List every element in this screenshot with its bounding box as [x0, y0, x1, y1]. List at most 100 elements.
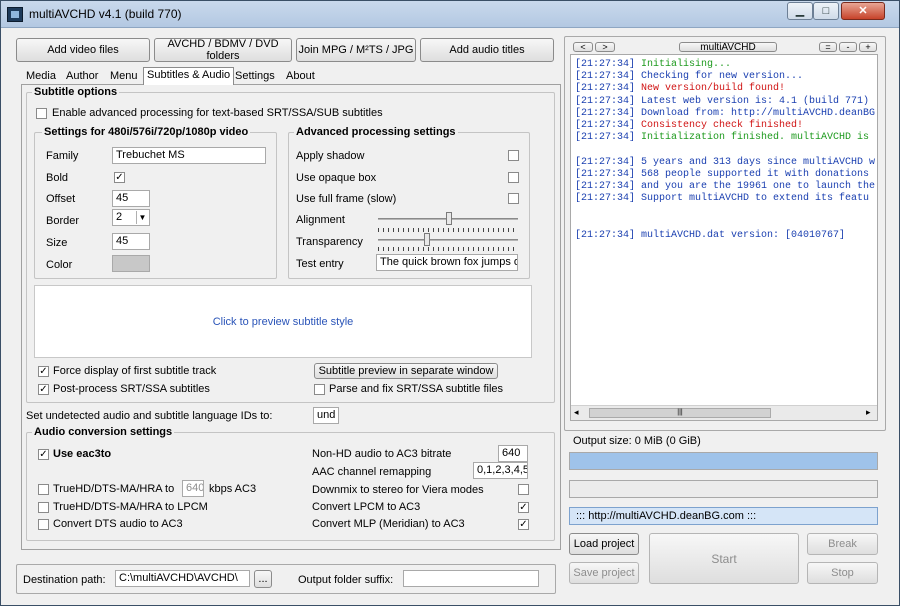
- border-combo[interactable]: 2 ▼: [112, 209, 150, 226]
- stop-button[interactable]: Stop: [807, 562, 878, 584]
- subtitle-preview-area[interactable]: Click to preview subtitle style: [34, 285, 532, 358]
- border-value: 2: [116, 211, 123, 223]
- lpcm-ac3-checkbox[interactable]: ✓: [518, 502, 529, 513]
- suffix-label: Output folder suffix:: [298, 574, 394, 586]
- aac-remap-input[interactable]: 0,1,2,3,4,5: [473, 462, 528, 479]
- log-line: [21:27:34] Download from: http://multiAVC…: [575, 108, 875, 119]
- tab-author[interactable]: Author: [63, 69, 101, 85]
- parse-fix-checkbox[interactable]: [314, 384, 325, 395]
- truehd-lpcm-label: TrueHD/DTS-MA/HRA to LPCM: [53, 501, 208, 513]
- size-input[interactable]: 45: [112, 233, 150, 250]
- log-message: Checking for new version...: [641, 71, 804, 83]
- apply-shadow-checkbox[interactable]: [508, 150, 519, 161]
- log-timestamp: [21:27:34]: [575, 107, 636, 119]
- language-ids-label: Set undetected audio and subtitle langua…: [26, 410, 273, 422]
- join-mpg-button[interactable]: Join MPG / M²TS / JPG: [296, 38, 416, 62]
- scrollbar-thumb[interactable]: |||: [589, 408, 771, 418]
- nonhd-bitrate-input[interactable]: 640: [498, 445, 528, 462]
- lpcm-ac3-label: Convert LPCM to AC3: [312, 501, 421, 513]
- opaque-box-checkbox[interactable]: [508, 172, 519, 183]
- log-timestamp: [21:27:34]: [575, 193, 636, 205]
- subtitle-preview-window-button[interactable]: Subtitle preview in separate window: [314, 363, 498, 379]
- app-icon: [7, 7, 23, 22]
- downmix-label: Downmix to stereo for Viera modes: [312, 484, 484, 496]
- color-swatch[interactable]: [112, 255, 150, 272]
- progress-bar-primary: [569, 452, 878, 470]
- enable-advanced-checkbox[interactable]: [36, 108, 47, 119]
- avchd-folders-button[interactable]: AVCHD / BDMV / DVD folders: [154, 38, 292, 62]
- log-title[interactable]: multiAVCHD: [679, 42, 777, 53]
- log-message: Consistency check finished!: [641, 120, 804, 131]
- border-label: Border: [46, 215, 80, 227]
- test-entry-input[interactable]: The quick brown fox jumps over: [376, 254, 518, 271]
- tab-settings[interactable]: Settings: [232, 69, 278, 85]
- scroll-right-icon[interactable]: ▸: [866, 407, 871, 418]
- bold-checkbox[interactable]: ✓: [114, 172, 125, 183]
- log-prev-button[interactable]: <: [573, 42, 593, 52]
- close-button[interactable]: ✕: [841, 2, 885, 20]
- post-process-checkbox[interactable]: ✓: [38, 384, 49, 395]
- destination-input[interactable]: C:\multiAVCHD\AVCHD\: [115, 570, 250, 587]
- tab-about[interactable]: About: [283, 69, 318, 85]
- kbps-input[interactable]: 640: [182, 480, 204, 497]
- transparency-label: Transparency: [296, 236, 363, 248]
- tab-menu[interactable]: Menu: [107, 69, 141, 85]
- tab-subtitles-audio[interactable]: Subtitles & Audio: [143, 67, 235, 85]
- chevron-down-icon[interactable]: ▼: [136, 211, 148, 224]
- start-button[interactable]: Start: [649, 533, 799, 584]
- alignment-slider-thumb[interactable]: [446, 212, 452, 225]
- log-line: [21:27:34] 568 people supported it with d…: [575, 169, 869, 180]
- log-message: and you are the 19961 one to launch the: [641, 181, 876, 192]
- transparency-slider-track[interactable]: [378, 239, 518, 241]
- tab-media[interactable]: Media: [23, 69, 59, 85]
- log-minus-button[interactable]: -: [839, 42, 857, 52]
- log-next-button[interactable]: >: [595, 42, 615, 52]
- force-display-label: Force display of first subtitle track: [53, 365, 217, 377]
- truehd-lpcm-checkbox[interactable]: [38, 502, 49, 513]
- dts-ac3-checkbox[interactable]: [38, 519, 49, 530]
- log-textarea[interactable]: [21:27:34] multiAVCHD.dat version: [04010…: [570, 54, 878, 421]
- force-display-checkbox[interactable]: ✓: [38, 366, 49, 377]
- save-project-button[interactable]: Save project: [569, 562, 639, 584]
- video-settings-title: Settings for 480i/576i/720p/1080p video: [42, 126, 251, 138]
- log-timestamp: [21:27:34]: [575, 59, 636, 70]
- offset-input[interactable]: 45: [112, 190, 150, 207]
- log-horizontal-scrollbar[interactable]: ◂ ||| ▸: [571, 405, 877, 420]
- parse-fix-label: Parse and fix SRT/SSA subtitle files: [329, 383, 504, 395]
- website-link[interactable]: ::: http://multiAVCHD.deanBG.com :::: [569, 507, 878, 525]
- downmix-checkbox[interactable]: [518, 484, 529, 495]
- log-message: Latest web version is: 4.1 (build 771): [641, 95, 870, 107]
- log-line: [21:27:34] New version/build found!: [575, 83, 785, 94]
- subtitle-options-title: Subtitle options: [32, 86, 120, 98]
- output-size-label: Output size: 0 MiB (0 GiB): [573, 435, 701, 447]
- full-frame-label: Use full frame (slow): [296, 193, 397, 205]
- mlp-ac3-checkbox[interactable]: ✓: [518, 519, 529, 530]
- log-message: Download from: http://multiAVCHD.deanBG: [641, 107, 876, 119]
- break-button[interactable]: Break: [807, 533, 878, 555]
- use-eac3to-checkbox[interactable]: ✓: [38, 449, 49, 460]
- browse-button[interactable]: ...: [254, 570, 272, 588]
- transparency-slider-thumb[interactable]: [424, 233, 430, 246]
- log-line: [21:27:34] multiAVCHD.dat version: [04010…: [575, 230, 845, 241]
- log-plus-button[interactable]: +: [859, 42, 877, 52]
- aac-remap-label: AAC channel remapping: [312, 466, 432, 478]
- full-frame-checkbox[interactable]: [508, 193, 519, 204]
- add-audio-titles-button[interactable]: Add audio titles: [420, 38, 554, 62]
- scroll-left-icon[interactable]: ◂: [574, 407, 579, 418]
- destination-label: Destination path:: [23, 574, 106, 586]
- truehd-ac3-checkbox[interactable]: [38, 484, 49, 495]
- family-input[interactable]: Trebuchet MS: [112, 147, 266, 164]
- language-ids-input[interactable]: und: [313, 407, 339, 424]
- mlp-ac3-label: Convert MLP (Meridian) to AC3: [312, 518, 465, 530]
- add-video-files-button[interactable]: Add video files: [16, 38, 150, 62]
- maximize-button[interactable]: □: [813, 2, 839, 20]
- test-entry-label: Test entry: [296, 258, 344, 270]
- load-project-button[interactable]: Load project: [569, 533, 639, 555]
- minimize-button[interactable]: ▁: [787, 2, 813, 20]
- log-eq-button[interactable]: =: [819, 42, 837, 52]
- title-bar: multiAVCHD v4.1 (build 770) ▁ □ ✕: [1, 1, 899, 28]
- suffix-input[interactable]: [403, 570, 539, 587]
